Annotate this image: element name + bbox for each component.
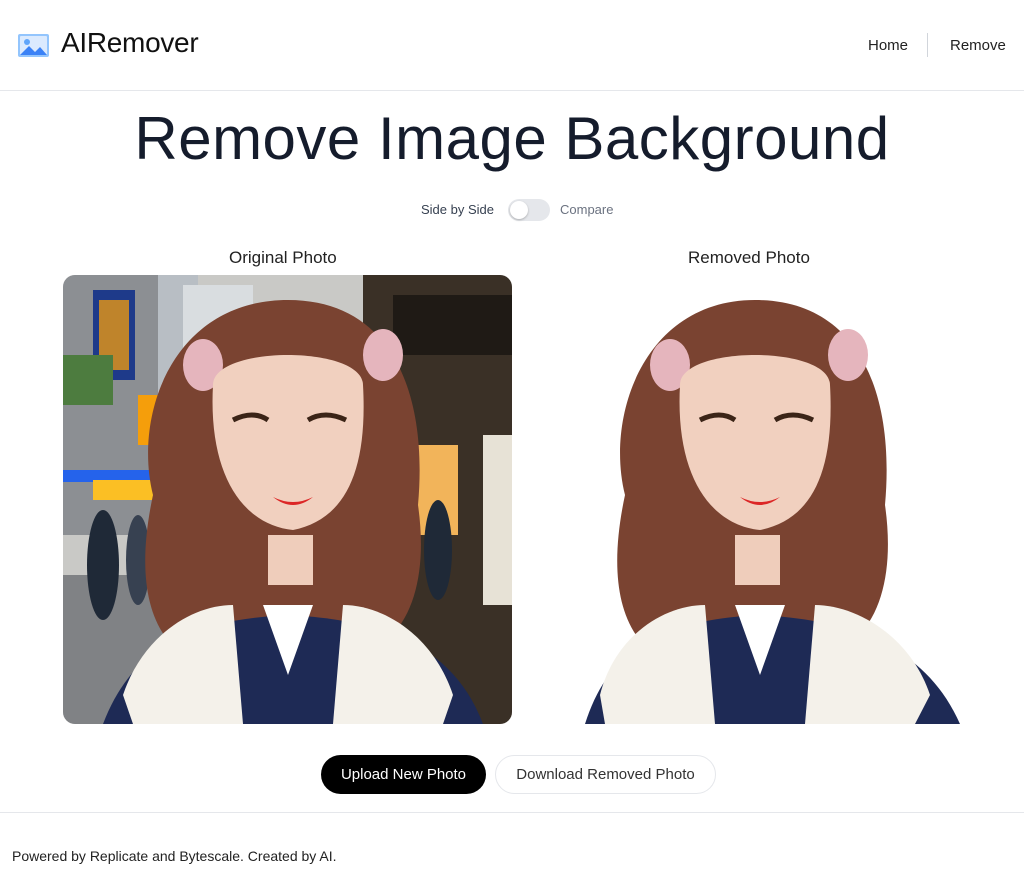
view-mode-toggle-row: Side by Side Compare bbox=[0, 199, 1024, 223]
view-mode-switch[interactable] bbox=[508, 199, 550, 221]
footer-credit-text: Powered by Replicate and Bytescale. Crea… bbox=[12, 848, 337, 864]
footer: Powered by Replicate and Bytescale. Crea… bbox=[0, 812, 1024, 895]
download-removed-photo-button[interactable]: Download Removed Photo bbox=[495, 755, 716, 794]
original-photo bbox=[63, 275, 512, 724]
image-icon[interactable] bbox=[18, 34, 49, 57]
nav-remove-link[interactable]: Remove bbox=[950, 37, 1006, 54]
removed-photo bbox=[580, 275, 965, 724]
brand-name[interactable]: AIRemover bbox=[61, 27, 199, 59]
removed-photo-caption: Removed Photo bbox=[688, 248, 810, 267]
toggle-label-compare: Compare bbox=[560, 202, 614, 217]
nav-divider bbox=[927, 33, 928, 57]
original-photo-caption: Original Photo bbox=[229, 248, 337, 267]
toggle-label-side-by-side: Side by Side bbox=[421, 202, 494, 217]
nav-home-link[interactable]: Home bbox=[868, 37, 908, 54]
header: AIRemover Home Remove bbox=[0, 0, 1024, 91]
page-title: Remove Image Background bbox=[134, 105, 890, 172]
switch-knob bbox=[510, 201, 528, 219]
upload-new-photo-button[interactable]: Upload New Photo bbox=[321, 755, 486, 794]
